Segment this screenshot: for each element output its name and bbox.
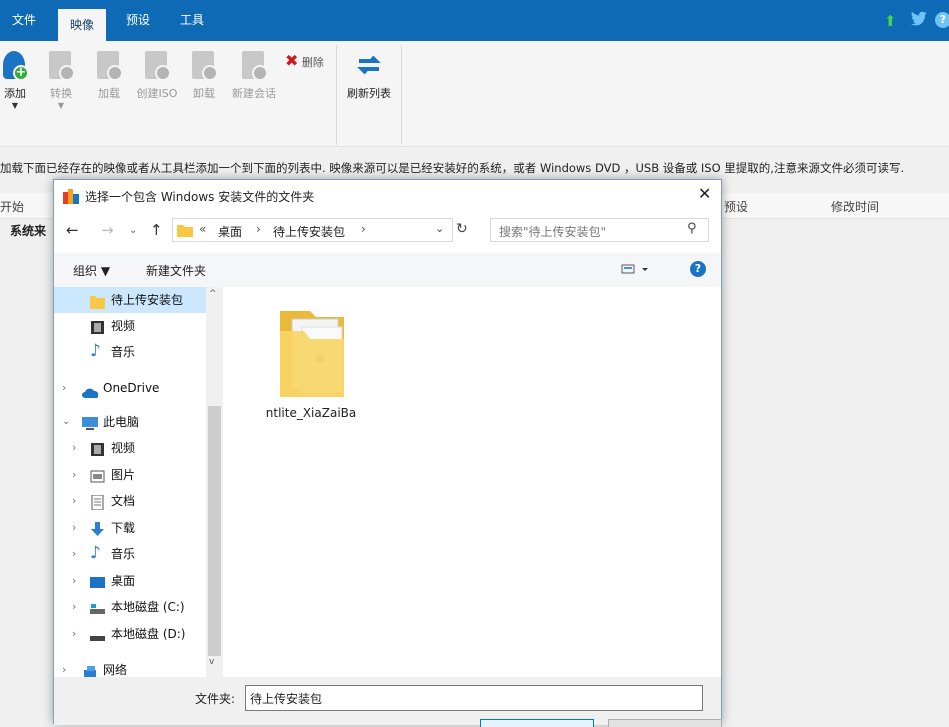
close-icon[interactable]: ✕ [698, 184, 711, 203]
help-icon[interactable]: ? [690, 261, 706, 277]
refresh-list-button[interactable]: 刷新列表 [342, 47, 396, 101]
column-start[interactable]: 开始 [0, 198, 24, 215]
pc-icon [82, 414, 98, 430]
drive-icon [90, 626, 105, 641]
load-button[interactable]: 加载 [86, 47, 132, 101]
address-dropdown-icon[interactable]: ⌄ [435, 222, 444, 235]
pictures-icon [90, 467, 105, 483]
folder-large-icon [266, 301, 346, 401]
load-icon [93, 49, 125, 81]
tab-presets[interactable]: 预设 [114, 0, 162, 41]
column-modified[interactable]: 修改时间 [831, 198, 879, 215]
new-folder-button[interactable]: 新建文件夹 [146, 262, 206, 279]
tab-tools[interactable]: 工具 [168, 0, 216, 41]
folder-label: 文件夹: [195, 692, 236, 706]
up-arrow-icon[interactable]: ↑ [150, 221, 163, 239]
iso-icon [141, 49, 173, 81]
download-icon [90, 520, 105, 536]
list-group-label: 系统来 [10, 224, 47, 238]
recent-dropdown-icon[interactable]: ⌄ [129, 225, 137, 236]
app-logo-icon [63, 188, 79, 204]
command-bar: 组织 ▼ 新建文件夹 ? [54, 253, 721, 287]
forward-arrow-icon[interactable]: → [101, 221, 114, 239]
new-session-button[interactable]: 新建会话 [226, 47, 282, 101]
dialog-footer: 文件夹: 待上传安装包 [54, 677, 722, 727]
unload-button[interactable]: 卸载 [181, 47, 227, 101]
music-icon: ♪ [90, 341, 101, 361]
drive-icon [90, 599, 105, 614]
folder-item[interactable]: ntlite_XiaZaiBa [254, 301, 364, 421]
scroll-up-icon[interactable]: ^ [209, 289, 217, 299]
convert-icon [45, 49, 77, 81]
refresh-icon[interactable]: ↻ [456, 221, 468, 237]
add-image-icon: + [0, 49, 31, 81]
cloud-icon [82, 382, 99, 398]
dialog-title-bar: 选择一个包含 Windows 安装文件的文件夹 ✕ [54, 180, 721, 211]
tab-file[interactable]: 文件 [0, 0, 48, 41]
folder-name: ntlite_XiaZaiBa [265, 406, 357, 420]
desktop-icon [90, 573, 105, 588]
navigation-pane: 待上传安装包 视频 ♪ 音乐 › OneDrive ⌄ 此电脑 › 视频 › 图… [54, 287, 224, 677]
help-icon[interactable]: ? [935, 12, 949, 28]
search-icon[interactable]: ⚲ [687, 221, 697, 236]
scroll-down-icon[interactable]: v [209, 657, 214, 667]
twitter-icon[interactable] [910, 11, 930, 27]
address-bar[interactable]: « 桌面 › 待上传安装包 › ⌄ ↻ [172, 218, 468, 242]
address-row: ← → ⌄ ↑ « 桌面 › 待上传安装包 › ⌄ ↻ 搜索"待上传安装包" ⚲ [54, 211, 721, 249]
breadcrumb-folder[interactable]: 待上传安装包 [273, 223, 345, 240]
folder-icon [177, 222, 193, 238]
documents-icon [90, 493, 105, 511]
file-list[interactable]: ntlite_XiaZaiBa [224, 287, 721, 677]
info-text: 加载下面已经存在的映像或者从工具栏添加一个到下面的列表中. 映像来源可以是已经安… [0, 161, 905, 175]
network-icon [82, 662, 97, 677]
unload-icon [188, 49, 220, 81]
convert-button[interactable]: 转换 ▼ [38, 47, 84, 110]
new-session-icon [238, 49, 270, 81]
add-button[interactable]: + 添加 ▼ [0, 47, 38, 110]
folder-name-input[interactable]: 待上传安装包 [245, 685, 703, 711]
organize-menu[interactable]: 组织 ▼ [73, 262, 110, 279]
column-preset[interactable]: 预设 [724, 198, 748, 215]
refresh-icon [353, 49, 385, 81]
cancel-button[interactable] [608, 719, 722, 727]
folder-picker-dialog: 选择一个包含 Windows 安装文件的文件夹 ✕ ← → ⌄ ↑ « 桌面 ›… [53, 179, 722, 727]
view-options-icon[interactable] [620, 261, 650, 277]
breadcrumb-desktop[interactable]: 桌面 [218, 223, 242, 240]
nav-item-upload-folder[interactable]: 待上传安装包 [54, 287, 206, 313]
create-iso-button[interactable]: 创建ISO [132, 47, 182, 101]
update-arrow-icon[interactable]: ⬆ [884, 12, 897, 30]
search-input[interactable]: 搜索"待上传安装包" ⚲ [490, 218, 709, 242]
delete-button[interactable]: ✖ 删除 [285, 51, 324, 70]
ribbon-panel: + 添加 ▼ 转换 ▼ 加载 创建ISO 卸载 新建会话 ✖ 删除 刷新列表 [0, 41, 949, 147]
music-icon: ♪ [90, 543, 101, 563]
delete-x-icon: ✖ [285, 51, 299, 70]
back-arrow-icon[interactable]: ← [66, 221, 79, 239]
select-folder-button[interactable] [480, 719, 594, 727]
ribbon-tab-bar: 文件 映像 预设 工具 ⬆ ? [0, 0, 949, 41]
tab-image[interactable]: 映像 [58, 9, 107, 41]
video-icon [90, 440, 105, 456]
nav-scroll-thumb[interactable] [208, 406, 221, 656]
folder-icon [90, 292, 105, 309]
video-icon [90, 318, 105, 334]
dialog-title: 选择一个包含 Windows 安装文件的文件夹 [85, 190, 315, 204]
